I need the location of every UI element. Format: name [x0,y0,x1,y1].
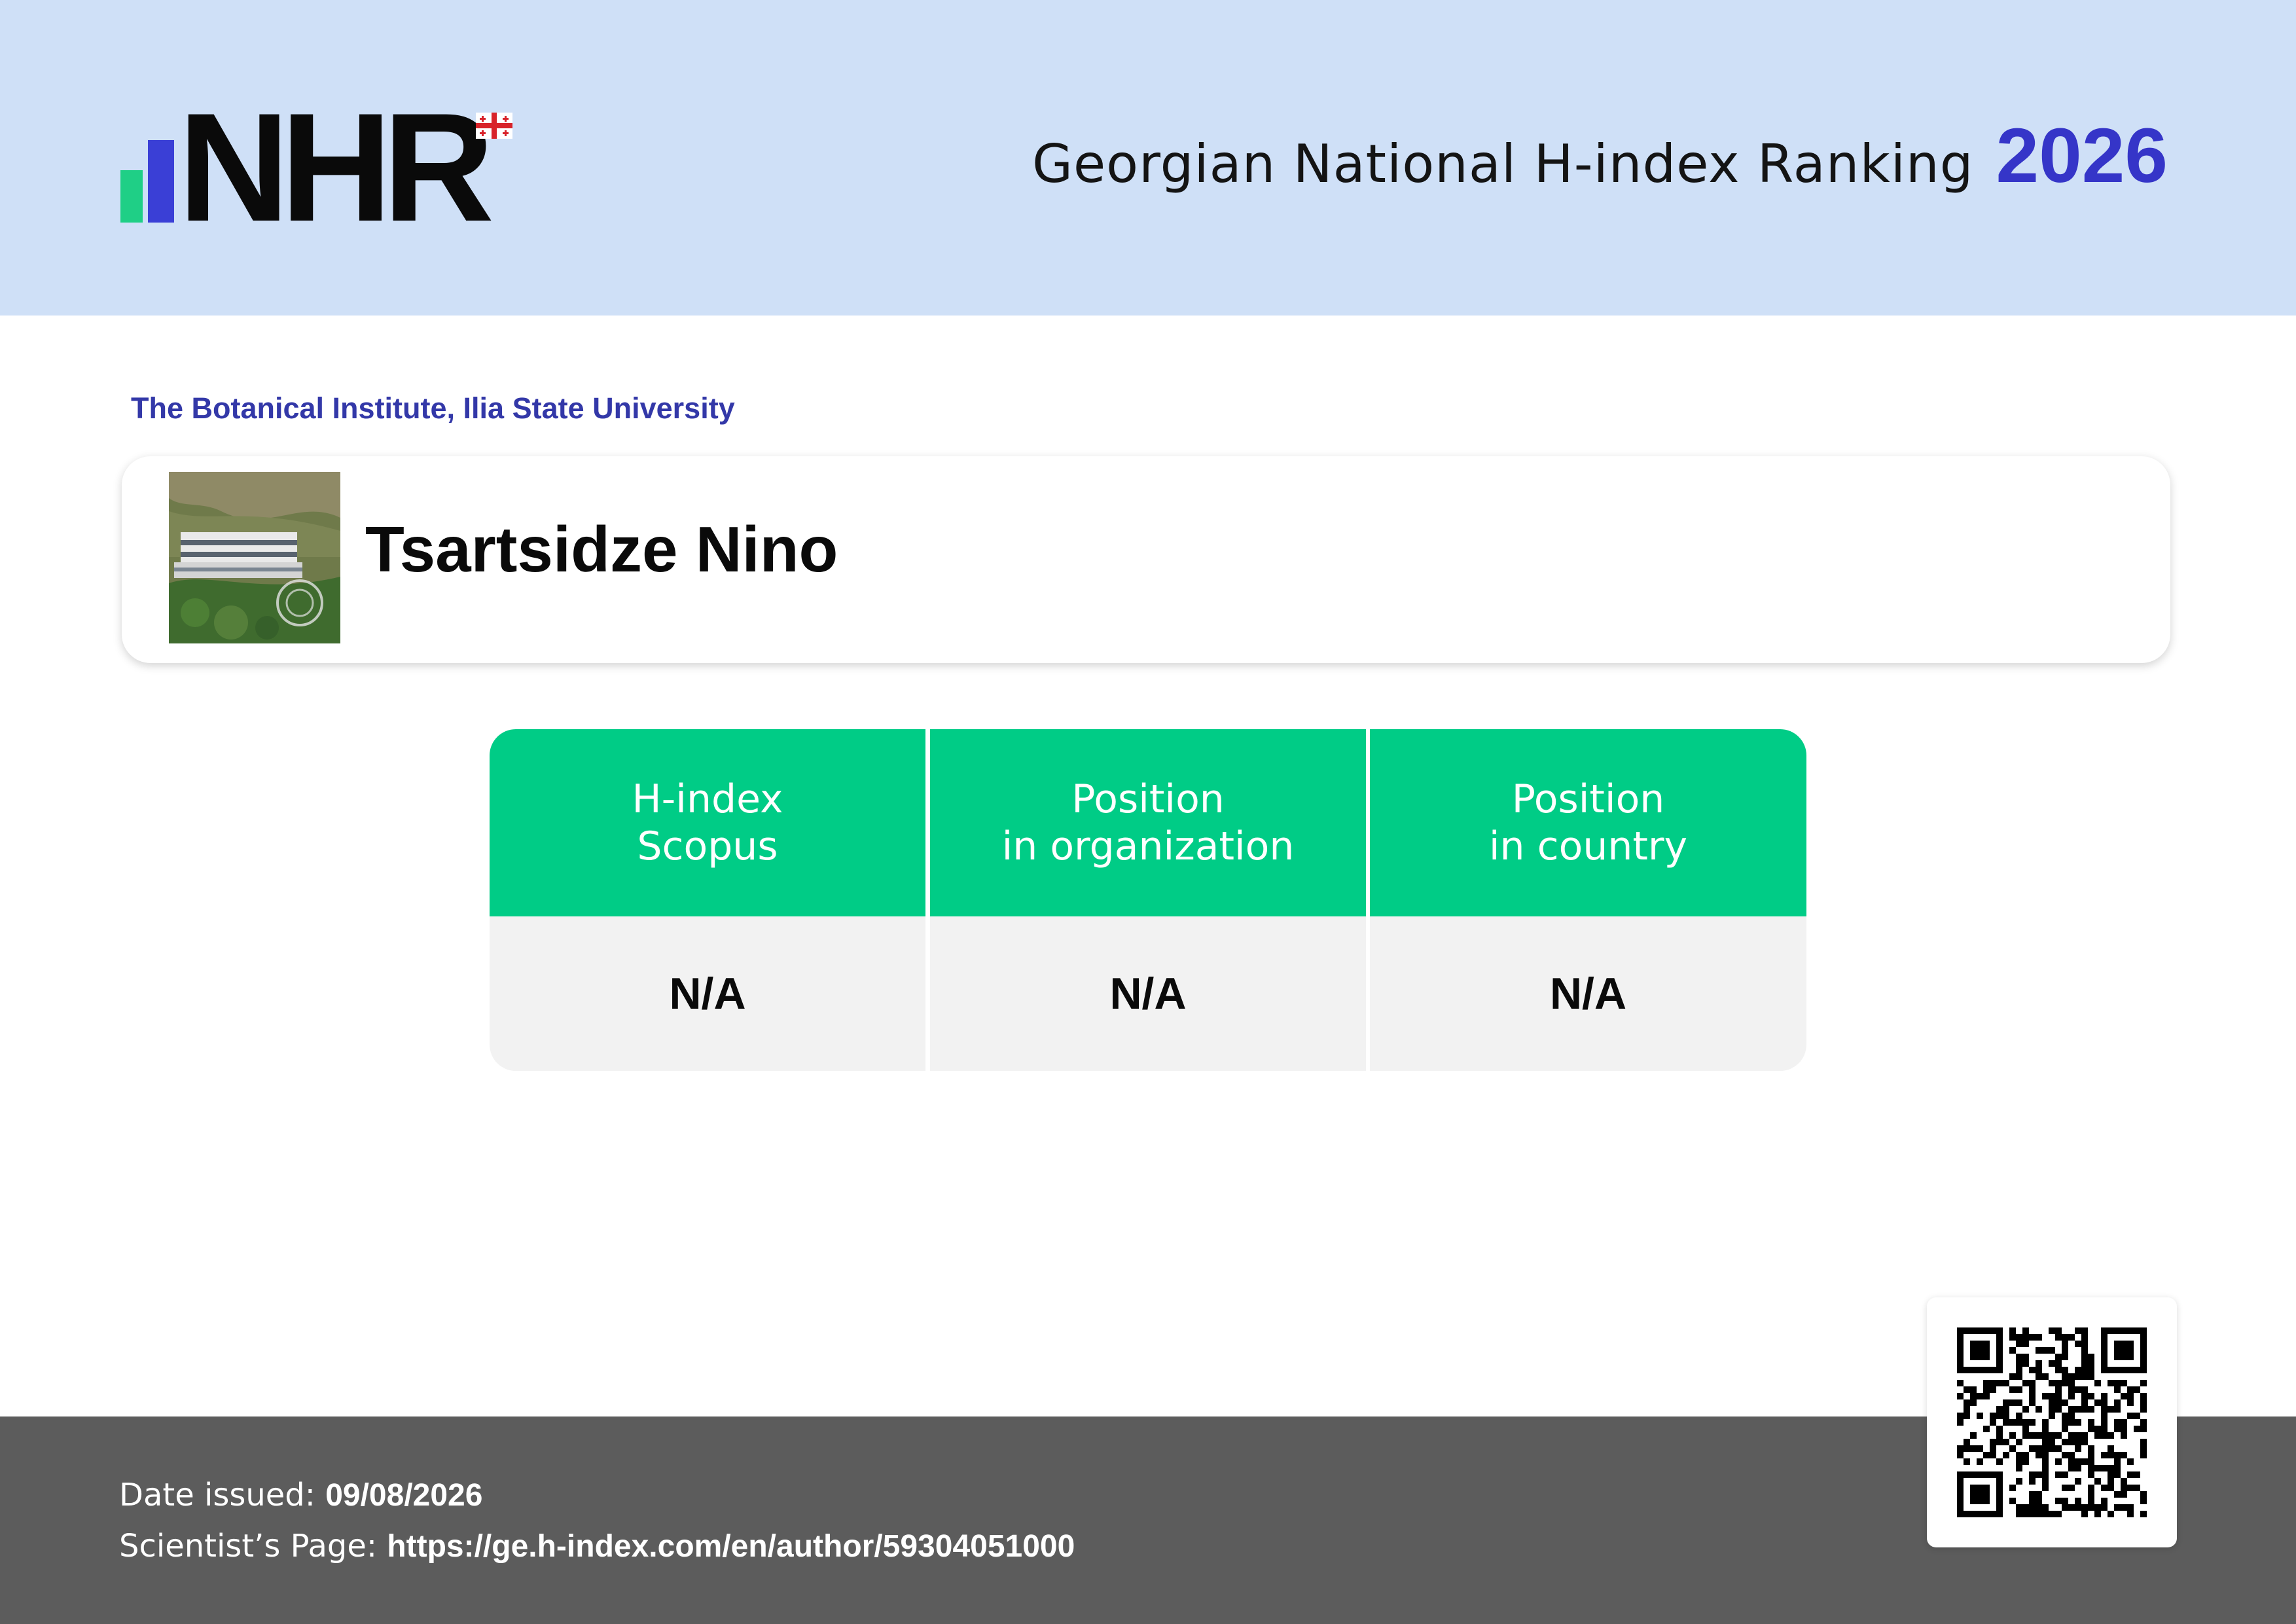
stat-header: Position in organization [930,729,1366,916]
stat-column-hindex: H-index Scopus N/A [490,729,925,1071]
stat-header-line2: in organization [1001,823,1295,869]
stat-value: N/A [490,916,925,1071]
stat-header: H-index Scopus [490,729,925,916]
logo-bar-green [120,170,143,223]
scientist-page-link[interactable]: https://ge.h-index.com/en/author/5930405… [387,1529,1075,1564]
stat-header-line2: in country [1488,823,1688,869]
ranking-title: Georgian National H-index Ranking 2026 [1032,111,2168,200]
header-banner: NHR Georgian National H-index Ranking 20… [0,0,2296,316]
logo-wordmark: NHR [178,81,494,254]
stat-header: Position in country [1370,729,1806,916]
nhr-logo: NHR [119,90,525,245]
ranking-title-text: Georgian National H-index Ranking [1031,134,1974,194]
organization-name: The Botanical Institute, Ilia State Univ… [131,391,735,425]
stat-header-line1: H-index [632,776,783,822]
georgia-flag-icon [476,113,512,139]
scientist-name: Tsartsidze Nino [365,513,838,585]
date-issued: Date issued: 09/08/2026 [119,1477,482,1513]
scientist-page-label: Scientist’s Page: [119,1528,378,1564]
stat-header-line1: Position [1071,776,1225,822]
stat-column-organization: Position in organization N/A [930,729,1366,1071]
organization-photo [169,472,340,643]
stat-value: N/A [1370,916,1806,1071]
stat-value: N/A [930,916,1366,1071]
scientist-page: Scientist’s Page: https://ge.h-index.com… [119,1528,1075,1564]
logo-bar-blue [148,140,174,223]
scientist-card: Tsartsidze Nino [122,456,2170,663]
stat-header-line2: Scopus [637,823,778,869]
stats-table: H-index Scopus N/A Position in organizat… [490,729,1806,1071]
stat-header-line1: Position [1511,776,1665,822]
qr-code-card [1927,1297,2177,1547]
qr-code-icon[interactable] [1957,1327,2147,1517]
date-issued-label: Date issued: [119,1477,315,1513]
stat-column-country: Position in country N/A [1370,729,1806,1071]
date-issued-value: 09/08/2026 [325,1478,483,1513]
ranking-year: 2026 [1996,113,2168,199]
